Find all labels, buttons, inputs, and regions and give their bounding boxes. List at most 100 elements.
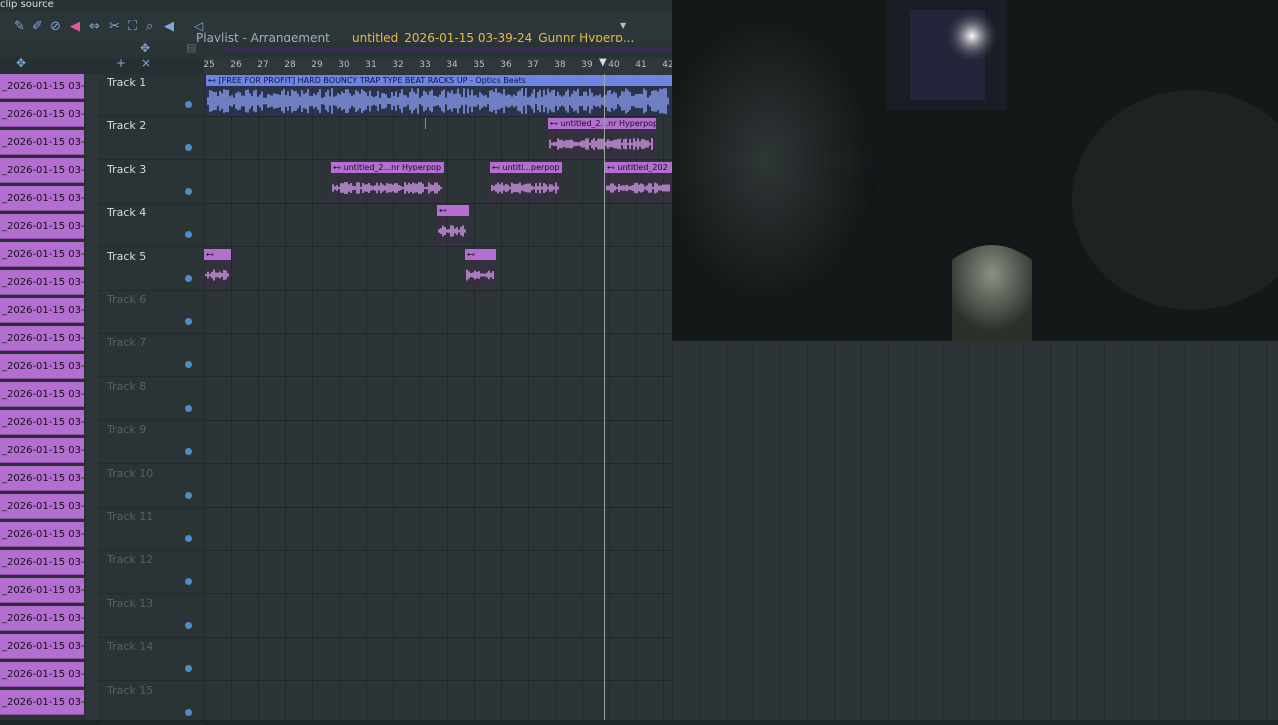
- track-mute-icon[interactable]: [185, 231, 192, 239]
- audio-clip[interactable]: ⊷ untitl...perpop: [490, 161, 562, 203]
- track-name: Track 14: [107, 640, 154, 654]
- track-lane[interactable]: [204, 291, 672, 334]
- track-lane[interactable]: [204, 551, 672, 595]
- track-header[interactable]: Track 14: [98, 638, 204, 682]
- track-lane[interactable]: [204, 465, 672, 508]
- sidebar-item[interactable]: _2026-01-15 03-...: [0, 298, 84, 323]
- ruler-tick: 25: [203, 60, 215, 70]
- overview-scrollbar[interactable]: [226, 47, 672, 52]
- timeline-ruler[interactable]: 25 26 27 28 29 30 31 32 33 34 35 36 37 38 39 40 41 42 ▼: [203, 57, 674, 74]
- slip-tool-icon[interactable]: ⇔: [89, 19, 100, 34]
- clip-label: ⊷ untitled_..r Hyperpop: [425, 118, 426, 130]
- track-header[interactable]: Track 4: [98, 204, 204, 248]
- audio-clip[interactable]: ⊷ untitled_2...nr Hyperpop: [548, 118, 656, 160]
- mute-tool-icon[interactable]: ◀: [70, 19, 80, 34]
- sidebar-item[interactable]: _2026-01-15 03-...: [0, 410, 84, 435]
- sidebar-item[interactable]: _2026-01-15 03-...: [0, 130, 84, 155]
- audio-clip[interactable]: ⊷: [204, 248, 231, 290]
- playlist-grid[interactable]: ⊷ [FREE FOR PROFIT] HARD BOUNCY TRAP TYP…: [204, 74, 672, 720]
- track-mute-icon[interactable]: [185, 665, 192, 673]
- sidebar-scrollbar[interactable]: [86, 74, 98, 720]
- track-lane[interactable]: [204, 421, 672, 465]
- add-track-icon[interactable]: +: [116, 56, 126, 70]
- sidebar-item[interactable]: _2026-01-15 03-...: [0, 326, 84, 351]
- track-mute-icon[interactable]: [185, 101, 192, 108]
- paint-tool-icon[interactable]: ✐: [32, 19, 43, 34]
- draw-tool-icon[interactable]: ✎: [14, 19, 25, 34]
- track-mute-icon[interactable]: [185, 187, 192, 195]
- track-header[interactable]: Track 6: [98, 291, 204, 334]
- audio-clip[interactable]: ⊷ untitled_..r Hyperpop: [425, 118, 426, 160]
- audio-clip[interactable]: ⊷: [437, 205, 469, 247]
- track-mute-icon[interactable]: [185, 535, 192, 542]
- dropdown-arrow-icon[interactable]: ▼: [620, 21, 626, 30]
- sidebar-item[interactable]: _2026-01-15 03-...: [0, 690, 84, 715]
- track-header[interactable]: Track 15: [98, 682, 204, 725]
- sidebar-item[interactable]: _2026-01-15 03-...: [0, 214, 84, 239]
- track-mute-icon[interactable]: [185, 491, 192, 499]
- audio-clip[interactable]: ⊷ untitled_2...nr Hyperpop: [331, 161, 444, 203]
- track-controls-row: ✥ + ×: [0, 56, 204, 74]
- sidebar-item[interactable]: _2026-01-15 03-...: [0, 494, 84, 519]
- sidebar-item[interactable]: _2026-01-15 03-...: [0, 466, 84, 491]
- playback-tool-icon[interactable]: ◀: [164, 19, 174, 34]
- track-lane[interactable]: [204, 248, 672, 291]
- sidebar-item[interactable]: _2026-01-15 03-...: [0, 382, 84, 407]
- delete-tool-icon[interactable]: ⊘: [50, 19, 61, 34]
- track-lane[interactable]: [204, 682, 672, 720]
- snap-icon[interactable]: ✥: [140, 41, 150, 55]
- select-tool-icon[interactable]: ⛶: [128, 19, 137, 34]
- track-lane[interactable]: [204, 638, 672, 682]
- sidebar-item[interactable]: _2026-01-15 03-...: [0, 578, 84, 603]
- keyboard-icon[interactable]: ▤: [186, 41, 196, 54]
- sidebar-item[interactable]: _2026-01-15 03-...: [0, 74, 84, 99]
- audio-clip[interactable]: ⊷ [FREE FOR PROFIT] HARD BOUNCY TRAP TYP…: [206, 75, 672, 116]
- track-lane[interactable]: [204, 595, 672, 638]
- audio-clip[interactable]: ⊷: [465, 248, 496, 290]
- track-mute-icon[interactable]: [185, 361, 192, 369]
- track-mute-icon[interactable]: [185, 708, 192, 716]
- sidebar-item[interactable]: _2026-01-15 03-...: [0, 242, 84, 267]
- sidebar-item[interactable]: _2026-01-15 03-...: [0, 634, 84, 659]
- track-lane[interactable]: [204, 508, 672, 551]
- track-mute-icon[interactable]: [185, 144, 192, 152]
- track-header[interactable]: Track 11: [98, 508, 204, 551]
- track-header[interactable]: Track 3: [98, 161, 204, 204]
- track-mute-icon[interactable]: [185, 448, 192, 456]
- audio-clip[interactable]: ⊷ untitled_202: [605, 161, 672, 203]
- track-header[interactable]: Track 12: [98, 551, 204, 595]
- sidebar-item[interactable]: _2026-01-15 03-...: [0, 606, 84, 631]
- crosshair-icon[interactable]: ✥: [16, 56, 26, 70]
- sidebar-item[interactable]: _2026-01-15 03-...: [0, 522, 84, 547]
- track-header[interactable]: Track 7: [98, 334, 204, 378]
- track-lane[interactable]: [204, 334, 672, 378]
- playhead-marker-icon[interactable]: ▼: [599, 57, 607, 68]
- track-header[interactable]: Track 5: [98, 248, 204, 291]
- sidebar-item[interactable]: _2026-01-15 03-...: [0, 158, 84, 183]
- sidebar-item[interactable]: _2026-01-15 03-...: [0, 102, 84, 127]
- playhead[interactable]: [604, 74, 605, 720]
- track-lane[interactable]: [204, 378, 672, 421]
- track-header[interactable]: Track 10: [98, 465, 204, 508]
- sidebar-item[interactable]: _2026-01-15 03-...: [0, 662, 84, 687]
- track-mute-icon[interactable]: [185, 404, 192, 412]
- track-header[interactable]: Track 9: [98, 421, 204, 465]
- track-header[interactable]: Track 13: [98, 595, 204, 638]
- top-strip: clip source: [0, 0, 672, 12]
- track-header[interactable]: Track 8: [98, 378, 204, 421]
- sidebar-item[interactable]: _2026-01-15 03-...: [0, 186, 84, 211]
- track-mute-icon[interactable]: [185, 274, 192, 282]
- track-header[interactable]: Track 2: [98, 117, 204, 161]
- close-icon[interactable]: ×: [141, 56, 151, 70]
- sidebar-item[interactable]: _2026-01-15 03-...: [0, 438, 84, 463]
- track-mute-icon[interactable]: [185, 578, 192, 586]
- slice-tool-icon[interactable]: ✂: [109, 19, 120, 34]
- track-header[interactable]: Track 1: [98, 74, 204, 117]
- sidebar-item[interactable]: _2026-01-15 03-...: [0, 354, 84, 379]
- zoom-tool-icon[interactable]: ⌕: [146, 19, 153, 34]
- track-mute-icon[interactable]: [185, 621, 192, 629]
- track-mute-icon[interactable]: [185, 318, 192, 325]
- sidebar-item[interactable]: _2026-01-15 03-...: [0, 270, 84, 295]
- sidebar-item[interactable]: _2026-01-15 03-...: [0, 550, 84, 575]
- playlist-grid-extension[interactable]: [672, 341, 1278, 720]
